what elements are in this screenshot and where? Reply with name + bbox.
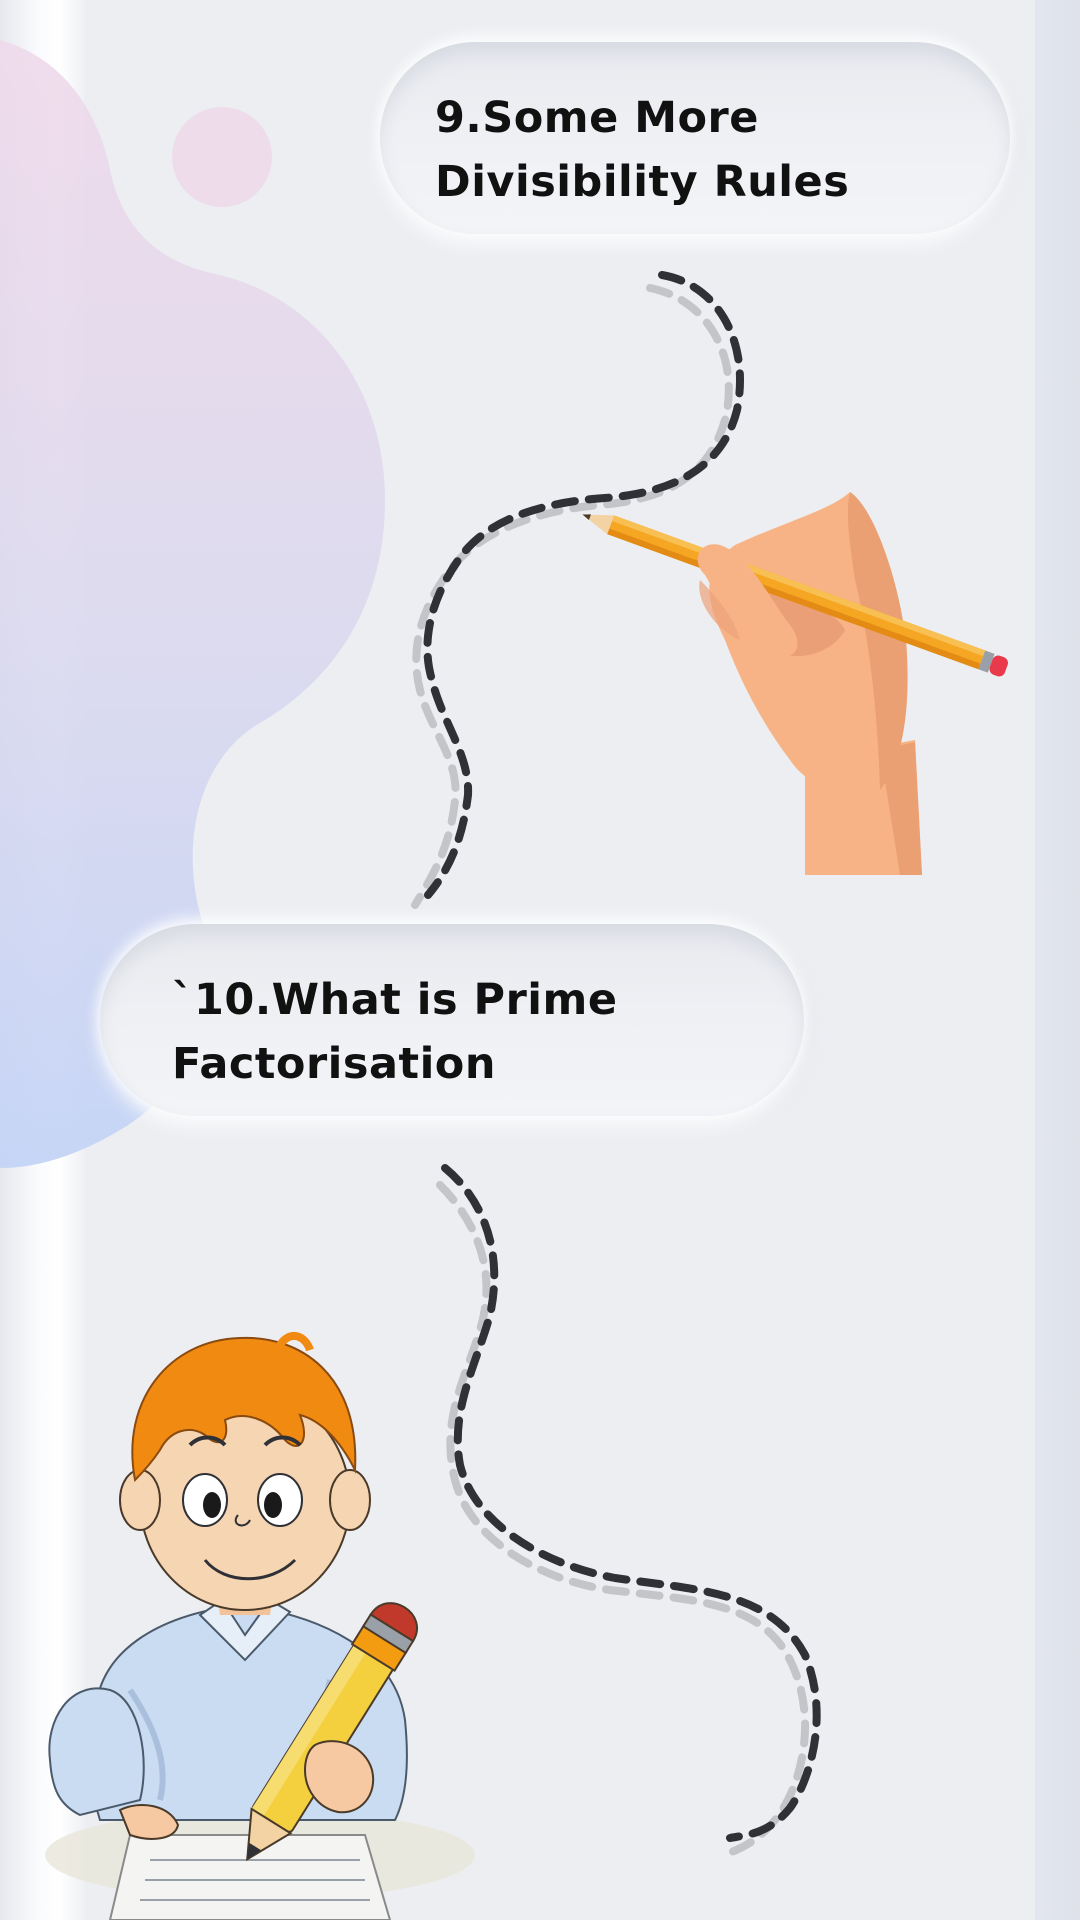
illustration-layer	[45, 271, 1008, 1920]
hand-writing-pencil-illustration	[582, 492, 1008, 875]
dashed-path-bottom	[436, 1164, 821, 1859]
dashed-path-top	[411, 271, 744, 909]
boy-with-pencil-illustration	[45, 1332, 475, 1920]
